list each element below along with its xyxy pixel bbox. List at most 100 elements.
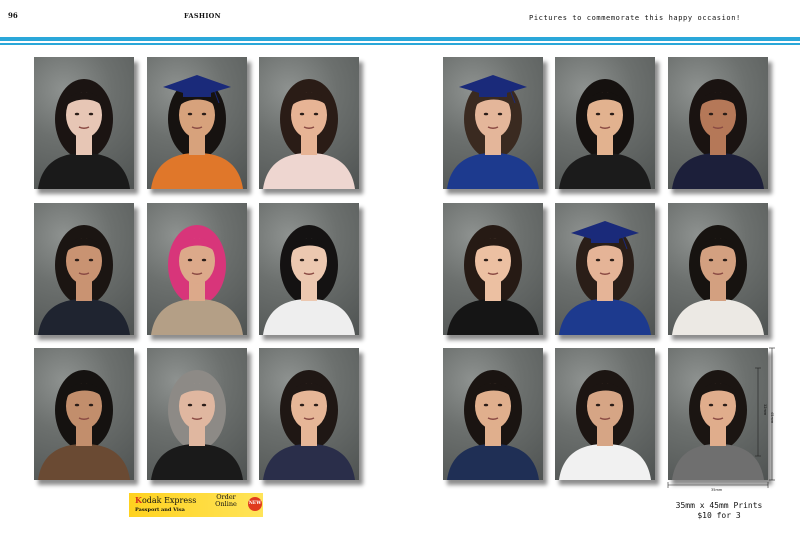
left-eye: [483, 112, 489, 116]
portrait-figure: [151, 75, 243, 189]
order-online-text: Order Online: [215, 493, 237, 508]
kodak-logo: Kodak Express: [135, 495, 197, 505]
portrait-figure: [263, 370, 355, 480]
left-eye: [595, 112, 601, 116]
portrait-graduate-woman: [443, 57, 543, 189]
clothing: [38, 153, 130, 189]
kodak-subtitle: Passport and Visa: [135, 507, 185, 513]
right-eye: [609, 258, 615, 262]
right-eye: [722, 112, 728, 116]
left-eye: [74, 258, 80, 262]
portrait-figure: [38, 370, 130, 480]
right-eye: [201, 112, 207, 116]
portrait-woman-pink-hair: [147, 203, 247, 335]
clothing: [559, 444, 651, 480]
grad-cap-base: [183, 89, 211, 97]
left-eye: [299, 112, 305, 116]
portrait-girl-long-hair: [259, 57, 359, 189]
left-eye: [483, 403, 489, 407]
right-eye: [88, 112, 94, 116]
clothing: [38, 444, 130, 480]
portrait-figure: [263, 79, 355, 189]
left-eye: [74, 403, 80, 407]
left-eye: [299, 403, 305, 407]
portrait-figure: [447, 370, 539, 480]
kodak-ad[interactable]: Kodak Express Passport and Visa Order On…: [129, 493, 263, 517]
portrait-graduate-man-orange-stole: [147, 57, 247, 189]
portrait-woman-short-hair: [34, 348, 134, 480]
clothing: [263, 444, 355, 480]
portrait-child-black-shirt: [443, 203, 543, 335]
right-eye: [201, 403, 207, 407]
header-rule-thin: [0, 43, 800, 45]
portrait-figure: [672, 225, 764, 335]
portrait-figure: [38, 79, 130, 189]
portrait-man-hair-bun: [668, 203, 768, 335]
clothing: [447, 444, 539, 480]
portrait-young-man-sweater-vest: [34, 203, 134, 335]
left-eye: [74, 112, 80, 116]
page-number: 96: [8, 11, 18, 20]
print-size-text: 35mm x 45mm Prints: [675, 501, 763, 510]
right-eye: [722, 258, 728, 262]
portrait-woman-white-collar: [555, 348, 655, 480]
header-rule-thick: [0, 37, 800, 41]
portrait-figure: [672, 79, 764, 189]
clothing: [559, 299, 651, 335]
portrait-figure: [559, 221, 651, 335]
portrait-figure: [672, 370, 764, 480]
left-eye: [595, 403, 601, 407]
section-title: FASHION: [184, 12, 221, 20]
portrait-figure: [38, 225, 130, 335]
width-label: 35mm: [711, 488, 723, 492]
right-eye: [722, 403, 728, 407]
clothing: [447, 153, 539, 189]
clothing: [447, 299, 539, 335]
portrait-man-gray-hair: [147, 348, 247, 480]
clothing: [672, 444, 764, 480]
right-eye: [313, 112, 319, 116]
print-pricing: 35mm x 45mm Prints $10 for 3: [664, 501, 774, 521]
left-eye: [708, 258, 714, 262]
right-eye: [609, 403, 615, 407]
clothing: [151, 153, 243, 189]
clothing: [151, 299, 243, 335]
portrait-young-man-blue-shirt: [443, 348, 543, 480]
right-eye: [497, 403, 503, 407]
left-eye: [708, 112, 714, 116]
left-eye: [595, 258, 601, 262]
right-eye: [88, 258, 94, 262]
clothing: [672, 299, 764, 335]
new-badge: NEW: [248, 497, 262, 511]
left-eye: [187, 112, 193, 116]
portrait-figure: [559, 370, 651, 480]
portrait-teen-girl-navy-top: [259, 348, 359, 480]
portrait-figure: [263, 225, 355, 335]
left-eye: [299, 258, 305, 262]
page-header: 96 FASHION Pictures to commemorate this …: [0, 0, 800, 40]
portrait-graduate-girl: [555, 203, 655, 335]
clothing: [263, 299, 355, 335]
portrait-figure: [151, 225, 243, 335]
right-eye: [88, 403, 94, 407]
portrait-boy-school-uniform: [555, 57, 655, 189]
portrait-figure: [447, 75, 539, 189]
portrait-woman-lace-top: [668, 57, 768, 189]
grad-cap-base: [479, 89, 507, 97]
right-eye: [313, 403, 319, 407]
left-eye: [708, 403, 714, 407]
clothing: [151, 444, 243, 480]
right-eye: [201, 258, 207, 262]
face-label: 32mm: [763, 404, 767, 416]
right-eye: [609, 112, 615, 116]
right-eye: [497, 112, 503, 116]
portrait-woman-bob-white-top: [259, 203, 359, 335]
portrait-figure: [447, 225, 539, 335]
print-price-text: $10 for 3: [697, 511, 741, 520]
portrait-figure: [151, 370, 243, 480]
portrait-figure: [559, 79, 651, 189]
clothing: [559, 153, 651, 189]
height-label: 45mm: [770, 412, 774, 424]
left-eye: [483, 258, 489, 262]
page-tagline: Pictures to commemorate this happy occas…: [529, 14, 741, 22]
